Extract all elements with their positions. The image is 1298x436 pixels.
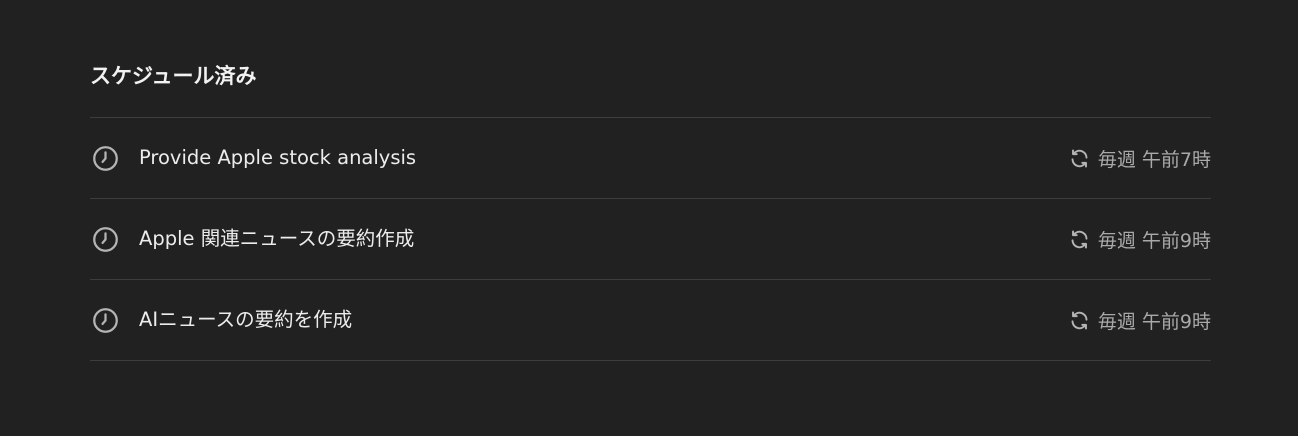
task-row[interactable]: AIニュースの要約を作成 毎週 午前9時 bbox=[90, 280, 1211, 361]
task-schedule: 毎週 午前9時 bbox=[1069, 223, 1211, 255]
task-schedule: 毎週 午前9時 bbox=[1069, 304, 1211, 336]
clock-icon bbox=[93, 308, 118, 333]
section-title: スケジュール済み bbox=[90, 64, 257, 88]
schedule-label: 毎週 午前9時 bbox=[1097, 310, 1211, 333]
schedule-label: 毎週 午前9時 bbox=[1097, 229, 1211, 252]
repeat-icon bbox=[1071, 229, 1088, 249]
task-title: AIニュースの要約を作成 bbox=[139, 308, 353, 331]
task-title: Provide Apple stock analysis bbox=[139, 146, 417, 169]
task-title: Apple 関連ニュースの要約作成 bbox=[139, 227, 415, 250]
repeat-icon bbox=[1071, 310, 1088, 330]
task-schedule: 毎週 午前7時 bbox=[1069, 142, 1211, 174]
task-row[interactable]: Provide Apple stock analysis 毎週 午前7時 bbox=[90, 118, 1211, 199]
repeat-icon bbox=[1071, 148, 1088, 168]
task-row[interactable]: Apple 関連ニュースの要約作成 毎週 午前9時 bbox=[90, 199, 1211, 280]
task-list: Provide Apple stock analysis 毎週 午前7時 App… bbox=[90, 117, 1211, 361]
schedule-label: 毎週 午前7時 bbox=[1097, 148, 1211, 171]
clock-icon bbox=[93, 146, 118, 171]
clock-icon bbox=[93, 227, 118, 252]
